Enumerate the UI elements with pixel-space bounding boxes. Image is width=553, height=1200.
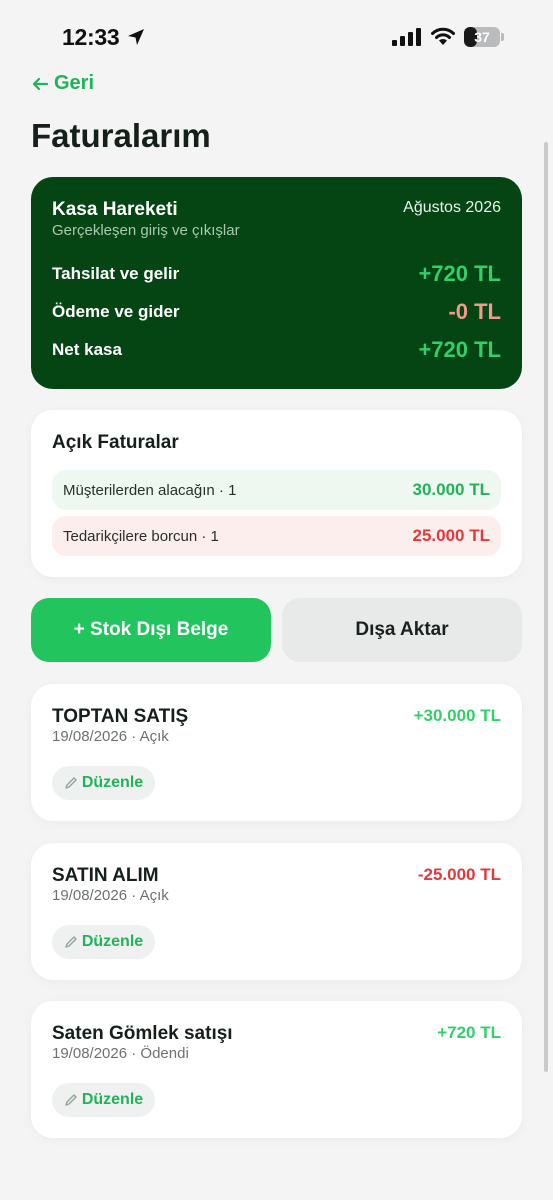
location-arrow-icon xyxy=(128,29,144,45)
receivable-row[interactable]: Müşterilerden alacağın · 1 30.000 TL xyxy=(52,470,501,510)
page-title: Faturalarım xyxy=(31,117,211,154)
edit-button[interactable]: Düzenle xyxy=(52,766,155,800)
receivable-value: 30.000 TL xyxy=(412,480,491,499)
payable-row[interactable]: Tedarikçilere borcun · 1 25.000 TL xyxy=(52,516,501,556)
invoice-title: TOPTAN SATIŞ xyxy=(52,706,189,727)
edit-button[interactable]: Düzenle xyxy=(52,925,155,959)
invoice-card[interactable]: SATIN ALIM 19/08/2026 · Açık -25.000 TL … xyxy=(31,843,522,980)
status-time: 12:33 xyxy=(62,24,120,50)
invoice-meta: 19/08/2026 · Açık xyxy=(52,887,169,904)
edit-label: Düzenle xyxy=(81,774,144,791)
invoice-title: Saten Gömlek satışı xyxy=(52,1023,233,1044)
pencil-icon xyxy=(65,777,77,789)
income-label: Tahsilat ve gelir xyxy=(52,264,180,283)
invoice-card[interactable]: TOPTAN SATIŞ 19/08/2026 · Açık +30.000 T… xyxy=(31,684,522,821)
back-button[interactable]: Geri xyxy=(32,72,94,95)
arrow-left-icon xyxy=(32,77,48,90)
wifi-icon xyxy=(431,27,455,45)
back-label: Geri xyxy=(54,72,95,94)
invoice-meta: 19/08/2026 · Ödendi xyxy=(52,1045,189,1062)
edit-label: Düzenle xyxy=(81,1091,144,1108)
open-invoices-card: Açık Faturalar Müşterilerden alacağın · … xyxy=(31,410,522,577)
cash-summary-period: Ağustos 2026 xyxy=(403,199,501,216)
invoice-title: SATIN ALIM xyxy=(52,865,159,886)
net-cash-row: Net kasa +720 TL xyxy=(52,337,501,363)
edit-button[interactable]: Düzenle xyxy=(52,1083,155,1117)
invoice-meta: 19/08/2026 · Açık xyxy=(52,728,169,745)
receivable-label: Müşterilerden alacağın · 1 xyxy=(63,481,237,499)
open-invoices-title: Açık Faturalar xyxy=(52,432,179,453)
invoice-card[interactable]: Saten Gömlek satışı 19/08/2026 · Ödendi … xyxy=(31,1001,522,1138)
cash-summary-card: Kasa Hareketi Gerçekleşen giriş ve çıkış… xyxy=(31,177,522,389)
net-cash-label: Net kasa xyxy=(52,340,122,359)
net-cash-value: +720 TL xyxy=(418,337,501,362)
edit-label: Düzenle xyxy=(81,933,144,950)
scrollbar[interactable] xyxy=(544,142,548,1072)
status-bar: 12:33 37 xyxy=(0,0,553,70)
battery-icon: 37 xyxy=(464,27,500,47)
expense-row: Ödeme ve gider -0 TL xyxy=(52,299,501,325)
battery-cap xyxy=(501,33,504,41)
battery-percent: 37 xyxy=(474,29,490,45)
payable-value: 25.000 TL xyxy=(412,526,491,545)
income-row: Tahsilat ve gelir +720 TL xyxy=(52,261,501,287)
cash-summary-title: Kasa Hareketi xyxy=(52,199,178,220)
invoice-amount: +720 TL xyxy=(437,1023,501,1042)
payable-label: Tedarikçilere borcun · 1 xyxy=(63,527,219,545)
expense-value: -0 TL xyxy=(448,299,501,324)
signal-icon xyxy=(392,28,421,46)
expense-label: Ödeme ve gider xyxy=(52,302,180,321)
add-non-stock-document-button[interactable]: + Stok Dışı Belge xyxy=(31,598,271,662)
pencil-icon xyxy=(65,936,77,948)
export-button[interactable]: Dışa Aktar xyxy=(282,598,522,662)
invoice-amount: +30.000 TL xyxy=(413,706,501,725)
invoice-amount: -25.000 TL xyxy=(417,865,501,884)
income-value: +720 TL xyxy=(418,261,501,286)
pencil-icon xyxy=(65,1094,77,1106)
cash-summary-subtitle: Gerçekleşen giriş ve çıkışlar xyxy=(52,222,240,239)
